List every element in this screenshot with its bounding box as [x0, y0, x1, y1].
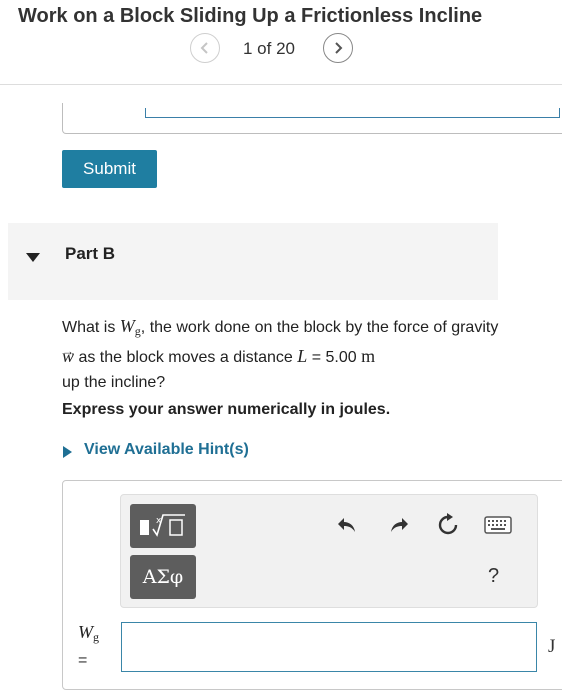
header-divider — [0, 84, 562, 85]
previous-answer-box — [62, 103, 562, 134]
view-hints-link[interactable]: View Available Hint(s) — [84, 441, 249, 459]
undo-icon[interactable] — [334, 512, 360, 538]
submit-button[interactable]: Submit — [62, 150, 157, 188]
greek-symbols-label: ΑΣφ — [142, 566, 184, 588]
templates-icon: x — [140, 514, 185, 537]
expand-triangle-icon[interactable] — [63, 445, 72, 463]
previous-input-edge — [559, 108, 560, 118]
work-symbol: W — [119, 316, 135, 336]
distance-symbol: L — [297, 346, 308, 366]
next-item-button[interactable] — [323, 33, 353, 63]
answer-unit: J — [548, 636, 556, 657]
answer-instruction: Express your answer numerically in joule… — [62, 401, 391, 418]
part-label: Part B — [65, 244, 116, 263]
item-counter: 1 of 20 — [243, 39, 295, 58]
previous-answer-input[interactable] — [145, 117, 560, 118]
greek-symbols-button[interactable]: ΑΣφ — [130, 555, 196, 599]
page-title: Work on a Block Sliding Up a Frictionles… — [18, 5, 483, 27]
weight-vector-symbol: → w — [62, 344, 75, 366]
chevron-left-icon — [200, 42, 208, 54]
help-button[interactable]: ? — [488, 565, 499, 588]
prev-item-button[interactable] — [190, 33, 220, 63]
keyboard-icon[interactable] — [484, 514, 512, 536]
redo-icon[interactable] — [386, 512, 412, 538]
equals-sign: = — [78, 652, 88, 669]
answer-variable-label: Wg — [78, 622, 99, 644]
question-text: What is Wg, the work done on the block b… — [62, 316, 499, 391]
reset-icon[interactable] — [435, 512, 461, 538]
collapse-triangle-icon[interactable] — [26, 250, 40, 268]
chevron-right-icon — [335, 42, 343, 54]
answer-input[interactable] — [121, 622, 537, 672]
templates-button[interactable]: x — [130, 504, 196, 548]
